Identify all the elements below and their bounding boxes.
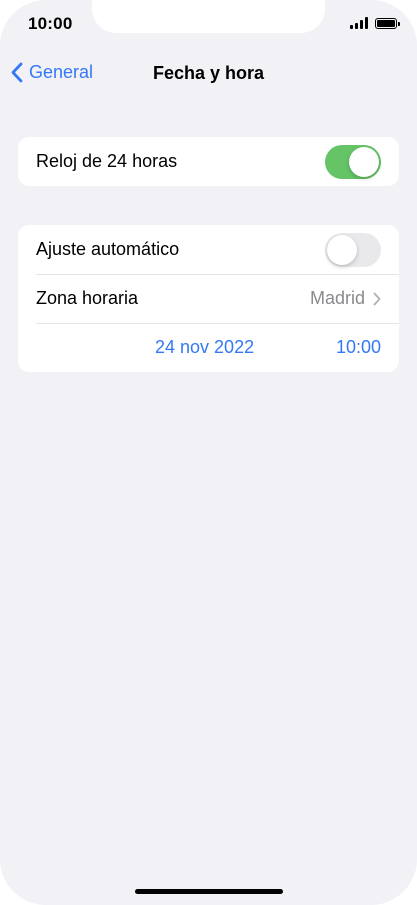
row-label: Ajuste automático <box>36 239 180 259</box>
row-label: Reloj de 24 horas <box>36 151 178 171</box>
chevron-right-icon <box>373 292 381 306</box>
cellular-signal-icon <box>350 17 368 29</box>
battery-icon <box>375 17 400 29</box>
device-screen: 10:00 General Fecha y hora Reloj de 24 h… <box>0 0 417 905</box>
settings-group-datetime: Ajuste automático Zona horaria Madrid 24… <box>18 225 399 372</box>
row-timezone[interactable]: Zona horaria Madrid <box>18 274 399 323</box>
row-auto-set: Ajuste automático <box>18 225 399 274</box>
timezone-value: Madrid <box>309 288 365 308</box>
date-picker-button[interactable]: 24 nov 2022 <box>155 337 254 358</box>
settings-group-clock: Reloj de 24 horas <box>18 137 399 186</box>
page-title: Fecha y hora <box>152 63 265 83</box>
row-24h-clock: Reloj de 24 horas <box>18 137 399 186</box>
navigation-bar: General Fecha y hora <box>0 52 417 96</box>
toggle-knob <box>349 146 379 177</box>
toggle-auto-set[interactable] <box>325 232 381 267</box>
toggle-knob <box>327 234 357 265</box>
status-icons <box>350 17 400 29</box>
notch <box>92 0 325 33</box>
home-indicator[interactable] <box>135 889 283 894</box>
status-time: 10:00 <box>28 14 73 33</box>
row-date-time: 24 nov 2022 10:00 <box>18 323 399 372</box>
toggle-24h-clock[interactable] <box>325 144 381 179</box>
time-picker-button[interactable]: 10:00 <box>336 337 381 358</box>
row-label: Zona horaria <box>36 288 139 308</box>
